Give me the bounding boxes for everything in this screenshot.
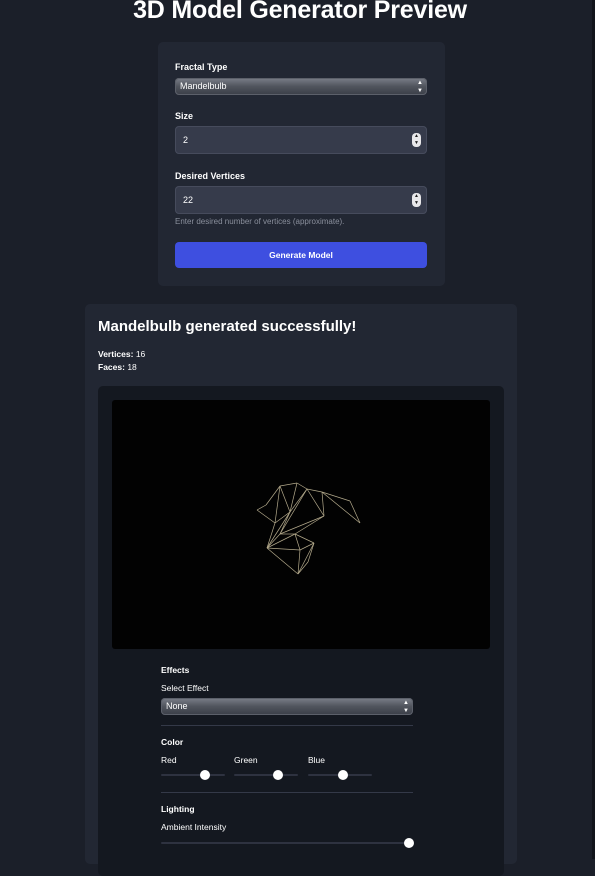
result-panel: Mandelbulb generated successfully! Verti… (85, 304, 517, 876)
select-arrows-icon: ▲ ▼ (417, 80, 423, 94)
slider-track (161, 774, 225, 776)
page-title: 3D Model Generator Preview (133, 0, 467, 24)
size-value: 2 (183, 135, 189, 145)
result-title: Mandelbulb generated successfully! (98, 318, 357, 335)
color-title: Color (161, 737, 184, 747)
divider (161, 725, 413, 726)
wireframe-edge (266, 547, 299, 575)
generator-form: Fractal Type Mandelbulb ▲ ▼ Size 2 ▲ ▼ Des… (158, 42, 445, 286)
wireframe-edge (256, 509, 276, 524)
faces-count-label: Faces: (98, 362, 125, 372)
slider-thumb[interactable] (273, 770, 284, 780)
ambient-intensity-label: Ambient Intensity (161, 822, 227, 832)
wireframe-edge (306, 488, 325, 517)
lighting-title: Lighting (161, 804, 195, 814)
faces-count-value: 18 (127, 362, 137, 372)
slider-thumb[interactable] (200, 770, 211, 780)
wireframe-edge (321, 491, 325, 517)
fractal-type-label: Fractal Type (175, 62, 228, 72)
wireframe-edge (266, 547, 301, 551)
faces-count: Faces: 18 (98, 362, 137, 372)
size-label: Size (175, 111, 194, 121)
wireframe-edge (296, 482, 308, 490)
wireframe-edge (349, 500, 361, 524)
green-label: Green (234, 755, 258, 765)
ambient-intensity-slider[interactable] (161, 838, 414, 848)
viewer-panel: Effects Select Effect None ▲ ▼ Color Red … (98, 386, 504, 876)
desired-vertices-input[interactable]: 22 ▲ ▼ (175, 186, 427, 214)
desired-vertices-value: 22 (183, 195, 194, 205)
wireframe-edge (256, 504, 267, 511)
wireframe-edge (321, 491, 351, 502)
slider-thumb[interactable] (404, 838, 414, 848)
wireframe-model (256, 482, 361, 575)
wireframe-edge (279, 485, 291, 513)
red-slider[interactable] (161, 770, 225, 780)
vertices-count-label: Vertices: (98, 349, 134, 359)
size-stepper-icon[interactable]: ▲ ▼ (412, 133, 421, 147)
slider-track (161, 842, 409, 844)
vertices-count-value: 16 (135, 349, 146, 359)
blue-label: Blue (308, 755, 326, 765)
vertices-count: Vertices: 16 (98, 349, 145, 359)
wireframe-edge (279, 482, 298, 487)
fractal-type-value: Mandelbulb (180, 81, 227, 91)
slider-thumb[interactable] (338, 770, 349, 780)
effect-value: None (166, 701, 188, 711)
divider (161, 792, 413, 793)
blue-slider[interactable] (308, 770, 372, 780)
select-arrows-icon: ▲ ▼ (403, 700, 409, 714)
fractal-type-select[interactable]: Mandelbulb ▲ ▼ (175, 78, 427, 95)
wireframe-edge (294, 515, 325, 535)
vertices-stepper-icon[interactable]: ▲ ▼ (412, 193, 421, 207)
wireframe-edge (321, 491, 361, 524)
generate-model-button[interactable]: Generate Model (175, 242, 427, 268)
wireframe-edge (297, 542, 315, 575)
model-viewer-canvas[interactable] (112, 400, 490, 649)
slider-track (234, 774, 298, 776)
green-slider[interactable] (234, 770, 298, 780)
size-input[interactable]: 2 ▲ ▼ (175, 126, 427, 154)
effect-select[interactable]: None ▲ ▼ (161, 698, 413, 715)
vertices-hint: Enter desired number of vertices (approx… (175, 217, 345, 226)
effects-title: Effects (161, 665, 190, 675)
select-effect-label: Select Effect (161, 683, 209, 693)
wireframe-edge (294, 533, 315, 544)
red-label: Red (161, 755, 177, 765)
wireframe-edge (306, 488, 323, 493)
desired-vertices-label: Desired Vertices (175, 171, 246, 181)
